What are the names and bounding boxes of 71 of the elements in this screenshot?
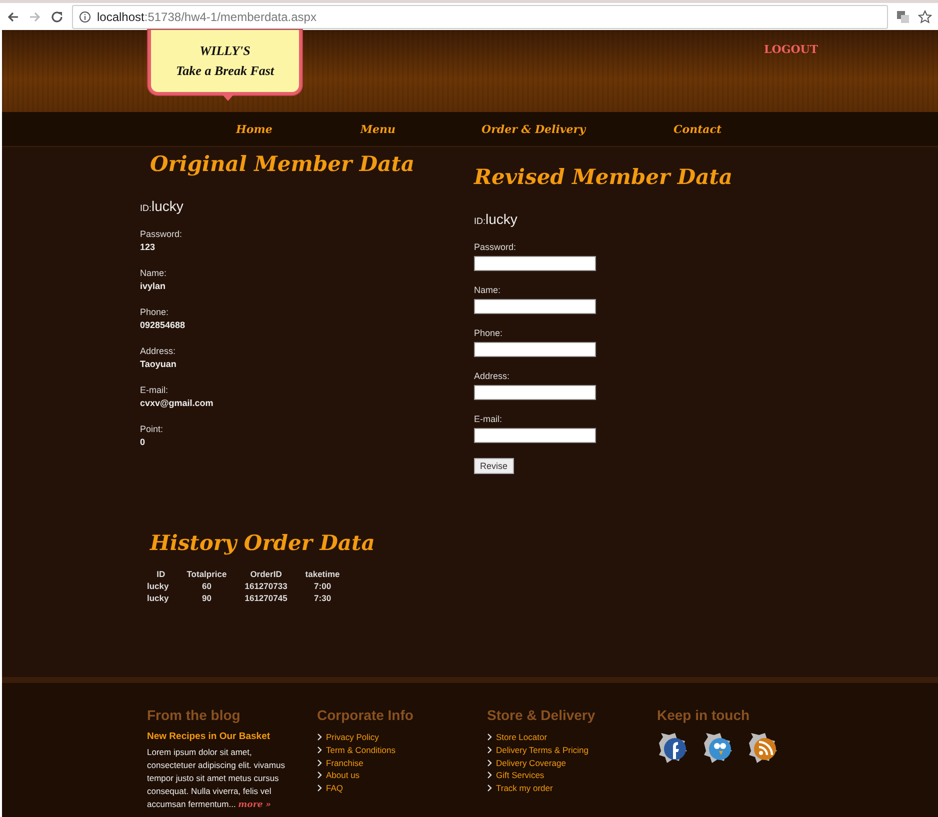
field-value: cvxv@gmail.com — [140, 397, 214, 410]
footer-link[interactable]: Store Locator — [496, 732, 548, 742]
translate-icon[interactable] — [896, 10, 910, 24]
nav-link[interactable]: Contact — [673, 122, 722, 136]
column-header: ID — [156, 569, 166, 579]
logout-link[interactable]: LOGOUT — [764, 43, 818, 56]
section-title: Original Member Data — [150, 151, 416, 176]
column-title: Keep in touch — [657, 707, 751, 723]
field-value: 0 — [140, 436, 146, 449]
reload-icon[interactable] — [50, 10, 64, 24]
id-text: ID:lucky — [140, 198, 184, 216]
field-label: E-mail: — [140, 384, 170, 397]
input-field[interactable] — [474, 385, 596, 400]
column-header: taketime — [304, 569, 341, 579]
table-cell-text: 7:30 — [313, 592, 332, 603]
post-title[interactable]: New Recipes in Our Basket — [147, 731, 317, 742]
input-field[interactable] — [474, 299, 596, 314]
field-value: Taoyuan — [140, 358, 178, 371]
field-label: Password: — [140, 228, 184, 241]
field-value: 123 — [140, 241, 156, 254]
column-title: From the blog — [147, 707, 242, 723]
post-excerpt: Lorem ipsum dolor sit amet, consectetuer adipiscing elit. vivamus tempor justo sit amet metus cursus consequat. Nulla viverra, felis vel accumsan fermentum... more » — [147, 746, 286, 812]
field-label: Address: — [474, 370, 511, 383]
field-label: Name: — [140, 267, 168, 280]
table-cell: 60 — [178, 579, 236, 591]
section-title: History Order Data — [150, 530, 376, 555]
nav-link[interactable]: Home — [236, 122, 272, 136]
table-cell-text: 161270745 — [244, 592, 288, 603]
table-cell-text: lucky — [146, 580, 170, 591]
address-bar[interactable]: localhost:51738/hw4-1/memberdata.aspx — [72, 4, 888, 28]
table-cell-text: 161270733 — [244, 580, 288, 591]
input-field[interactable] — [474, 428, 596, 443]
field-label: Point: — [140, 423, 164, 436]
footer-link[interactable]: FAQ — [326, 783, 344, 794]
section-title: Revised Member Data — [474, 164, 734, 189]
footer-link[interactable]: Franchise — [326, 758, 364, 768]
url-text: localhost:51738/hw4-1/memberdata.aspx — [97, 10, 316, 24]
field-label: Phone: — [140, 306, 170, 319]
star-icon[interactable] — [918, 10, 932, 24]
field-label: Address: — [140, 345, 177, 358]
footer-link[interactable]: Delivery Terms & Pricing — [496, 745, 588, 756]
column-header: Totalprice — [186, 569, 228, 579]
field-label: Password: — [474, 241, 518, 254]
field-label: Name: — [474, 284, 502, 297]
nav-link[interactable]: Menu — [360, 122, 396, 136]
back-icon[interactable] — [6, 10, 20, 24]
column-title: Store & Delivery — [487, 707, 596, 723]
footer-link[interactable]: Gift Services — [496, 770, 544, 780]
footer-link[interactable]: Privacy Policy — [326, 732, 379, 742]
logo-tagline: Take a Break Fast — [176, 63, 274, 79]
input-field[interactable] — [474, 256, 596, 271]
field-value: 092854688 — [140, 319, 186, 332]
input-field[interactable] — [474, 342, 596, 357]
info-icon — [79, 10, 91, 22]
logo-title: WILLY'S — [200, 43, 250, 59]
revise-button[interactable]: Revise — [474, 458, 514, 474]
table-cell: lucky — [144, 591, 178, 603]
field-value: ivylan — [140, 280, 167, 293]
column-title: Corporate Info — [317, 707, 414, 723]
table-cell-text: 7:00 — [313, 580, 332, 591]
column-header: OrderID — [249, 569, 283, 579]
nav-link[interactable]: Order & Delivery — [482, 122, 586, 136]
id-text: ID:lucky — [474, 211, 518, 229]
field-label: Phone: — [474, 327, 504, 340]
footer-link[interactable]: About us — [326, 770, 360, 780]
footer-link[interactable]: Term & Conditions — [326, 745, 396, 756]
table-cell-text: 90 — [201, 592, 212, 603]
field-label: E-mail: — [474, 413, 504, 426]
footer-link[interactable]: Delivery Coverage — [496, 758, 566, 768]
footer-link[interactable]: Track my order — [496, 783, 553, 794]
more-link[interactable]: more » — [238, 800, 271, 810]
